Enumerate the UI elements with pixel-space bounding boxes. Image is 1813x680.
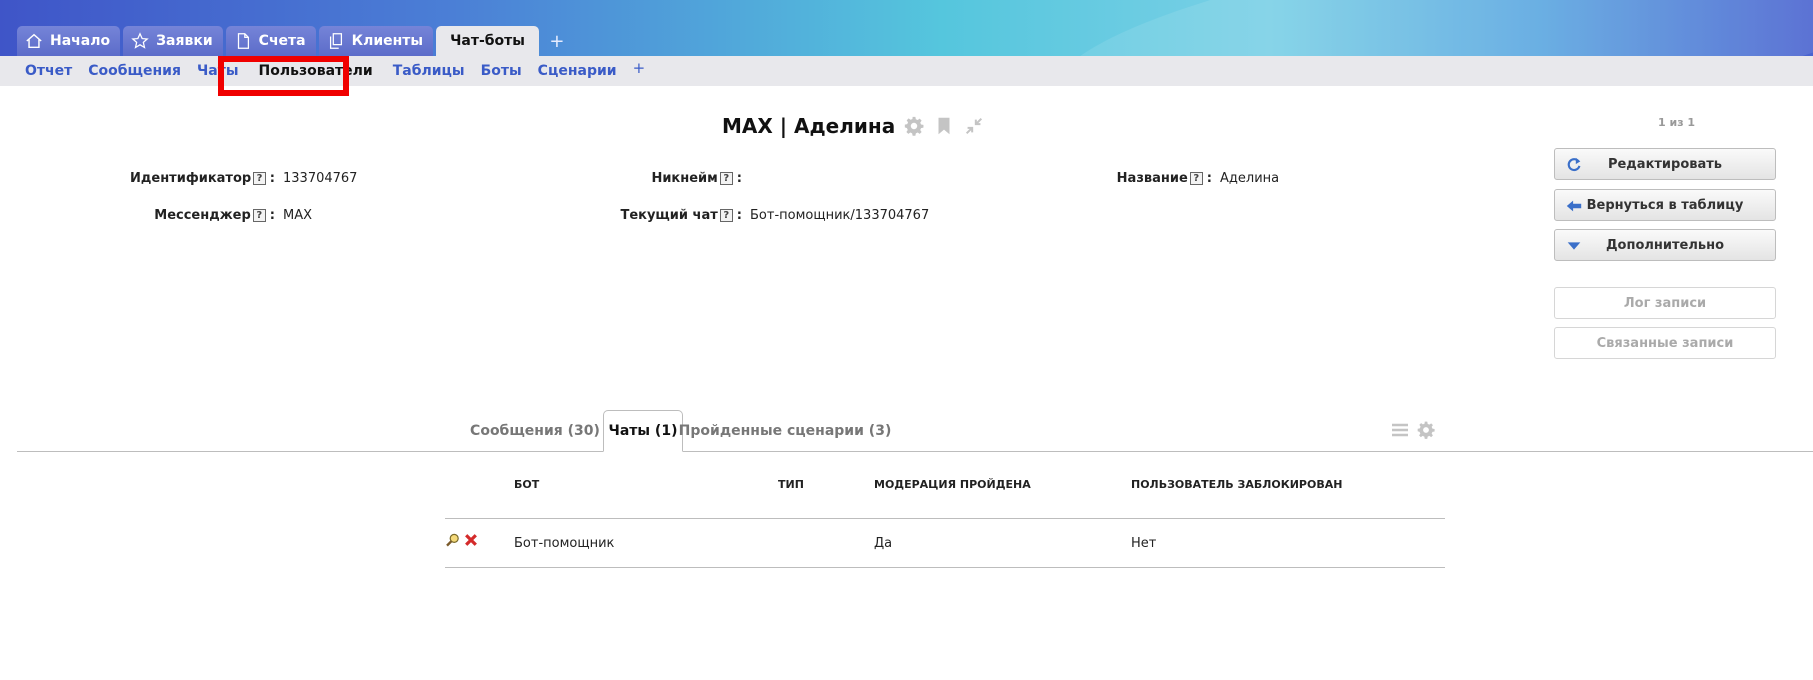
help-icon[interactable]: ?	[253, 171, 266, 185]
top-navigation-bar: Начало Заявки Счета Клиенты Чат-боты +	[0, 0, 1813, 56]
detail-tab-chats[interactable]: Чаты (1)	[603, 410, 683, 452]
back-to-table-label: Вернуться в таблицу	[1586, 197, 1744, 213]
detail-tab-messages[interactable]: Сообщения (30)	[470, 410, 600, 452]
sub-tabs: Отчет Сообщения Чаты Пользователи Таблиц…	[17, 56, 653, 86]
subtab-tables[interactable]: Таблицы	[385, 63, 473, 79]
bookmark-icon[interactable]	[933, 115, 955, 137]
column-header-blocked[interactable]: ПОЛЬЗОВАТЕЛЬ ЗАБЛОКИРОВАН	[1131, 478, 1342, 491]
edit-button[interactable]: Редактировать	[1554, 148, 1776, 180]
list-icon[interactable]	[1390, 420, 1410, 440]
add-subtab-button[interactable]: +	[625, 59, 654, 77]
column-header-moderation[interactable]: МОДЕРАЦИЯ ПРОЙДЕНА	[874, 478, 1031, 491]
detail-tab-tools	[1390, 420, 1436, 440]
record-title: MAX | Аделина	[722, 114, 896, 138]
field-nickname: Никнейм ? :	[600, 169, 750, 187]
field-identifier: Идентификатор ? : 133704767	[130, 169, 357, 187]
header-decoration	[1041, 0, 1813, 56]
field-name-label: Название	[1116, 170, 1188, 186]
delete-icon[interactable]	[463, 532, 479, 548]
table-cell-bot[interactable]: Бот-помощник	[514, 536, 614, 551]
tab-requests[interactable]: Заявки	[123, 26, 223, 56]
field-colon: :	[736, 170, 742, 186]
record-pager: 1 из 1	[1658, 116, 1696, 129]
related-records-label: Связанные записи	[1596, 335, 1734, 351]
help-icon[interactable]: ?	[719, 171, 733, 185]
help-icon[interactable]: ?	[1189, 171, 1203, 185]
home-icon	[26, 33, 42, 49]
gear-icon[interactable]	[903, 115, 925, 137]
table-cell-moderation: Да	[874, 536, 893, 551]
field-current-chat-label: Текущий чат	[620, 207, 718, 223]
gear-icon[interactable]	[1416, 420, 1436, 440]
record-header: MAX | Аделина	[722, 112, 985, 140]
subtab-chats[interactable]: Чаты	[189, 63, 247, 79]
field-identifier-label: Идентификатор	[130, 170, 252, 186]
field-colon: :	[269, 170, 275, 186]
field-messenger: Мессенджер ? : MAX	[130, 206, 312, 224]
tab-home-label: Начало	[50, 33, 111, 49]
tab-requests-label: Заявки	[156, 33, 213, 49]
field-name-value: Аделина	[1220, 170, 1280, 186]
field-name: Название ? : Аделина	[1060, 169, 1279, 187]
subtab-scenarios[interactable]: Сценарии	[530, 63, 625, 79]
more-button[interactable]: Дополнительно	[1554, 229, 1776, 261]
magnifier-icon[interactable]	[445, 532, 461, 548]
record-log-label: Лог записи	[1623, 295, 1707, 311]
tab-home[interactable]: Начало	[17, 26, 121, 56]
document-icon	[237, 33, 249, 49]
table-cell-blocked: Нет	[1131, 536, 1157, 551]
tab-invoices[interactable]: Счета	[225, 26, 316, 56]
field-colon: :	[1206, 170, 1212, 186]
more-button-label: Дополнительно	[1605, 237, 1725, 253]
field-nickname-label: Никнейм	[651, 170, 718, 186]
field-colon: :	[736, 207, 742, 223]
table-header-divider	[445, 518, 1445, 519]
related-records-button[interactable]: Связанные записи	[1554, 327, 1776, 359]
table-row-actions	[445, 532, 479, 548]
field-messenger-value: MAX	[283, 207, 313, 223]
refresh-icon	[1567, 157, 1581, 172]
add-tab-button[interactable]: +	[542, 26, 572, 56]
tab-clients[interactable]: Клиенты	[318, 26, 434, 56]
record-log-button[interactable]: Лог записи	[1554, 287, 1776, 319]
subtab-users[interactable]: Пользователи	[247, 63, 385, 79]
field-current-chat-value: Бот-помощник/133704767	[750, 207, 930, 223]
table-row-divider	[445, 567, 1445, 568]
chevron-down-icon	[1567, 242, 1581, 250]
sub-navigation-bar: Отчет Сообщения Чаты Пользователи Таблиц…	[0, 56, 1813, 86]
help-icon[interactable]: ?	[719, 208, 733, 222]
arrow-left-icon	[1566, 200, 1582, 212]
field-current-chat: Текущий чат ? : Бот-помощник/133704767	[600, 206, 929, 224]
detail-tab-scenarios[interactable]: Пройденные сценарии (3)	[679, 410, 892, 452]
column-header-bot[interactable]: БОТ	[514, 478, 539, 491]
collapse-icon[interactable]	[963, 115, 985, 137]
copy-icon	[329, 33, 342, 49]
tab-chatbots-label: Чат-боты	[450, 33, 525, 49]
subtab-messages[interactable]: Сообщения	[80, 63, 189, 79]
main-tabs: Начало Заявки Счета Клиенты Чат-боты +	[17, 26, 572, 56]
help-icon[interactable]: ?	[252, 208, 266, 222]
tab-clients-label: Клиенты	[351, 33, 424, 49]
back-to-table-button[interactable]: Вернуться в таблицу	[1554, 189, 1776, 221]
column-header-type[interactable]: ТИП	[778, 478, 804, 491]
field-colon: :	[269, 207, 275, 223]
tab-invoices-label: Счета	[258, 33, 306, 49]
subtab-report[interactable]: Отчет	[17, 63, 80, 79]
field-identifier-value: 133704767	[283, 170, 358, 186]
star-icon	[131, 32, 149, 49]
tab-chatbots[interactable]: Чат-боты	[436, 26, 539, 56]
detail-tabs-divider	[17, 451, 1813, 452]
field-messenger-label: Мессенджер	[154, 207, 251, 223]
subtab-bots[interactable]: Боты	[473, 63, 530, 79]
edit-button-label: Редактировать	[1607, 156, 1723, 172]
